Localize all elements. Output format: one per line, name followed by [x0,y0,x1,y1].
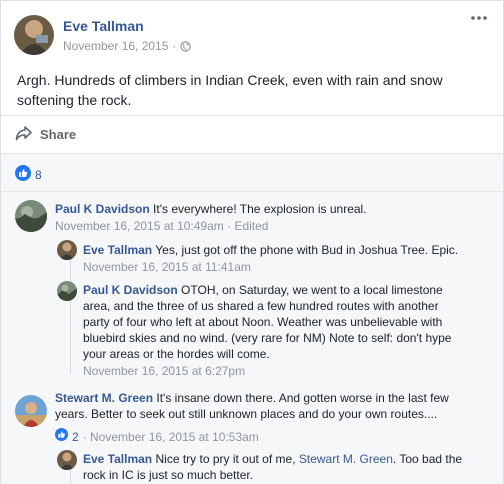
globe-icon[interactable] [180,40,192,52]
like-icon[interactable] [55,428,68,445]
share-button[interactable]: Share [15,125,76,144]
reply-text: Nice try to pry it out of me, [155,452,299,466]
comment-like-count[interactable]: 2 [72,429,79,445]
ellipsis-icon[interactable] [469,13,489,27]
post-text: Argh. Hundreds of climbers in Indian Cre… [17,72,443,108]
comment-text-line: It's insane down there. And gotten worse… [156,391,449,405]
post-card: Eve Tallman November 16, 2015 · Argh. Hu… [0,0,504,484]
action-bar: Share [1,115,503,153]
reply-body: Paul K Davidson OTOH, on Saturday, we we… [83,282,498,362]
reply-text-line: area, and the three of us shared a few h… [83,299,439,313]
reply-text-line: rock in IC is just so much better. [83,468,254,482]
comment-body: Stewart M. Green It's insane down there.… [55,390,495,422]
comment-text-line: years. Better to seek out still unknown … [55,407,438,421]
reply-text-line: your areas or the hordes will come. [83,347,270,361]
reply-avatar[interactable] [57,450,77,470]
reply-text: Yes, just got off the phone with Bud in … [155,243,459,257]
thread-line [70,240,71,374]
comment-meta: November 16, 2015 at 10:49am · Edited [55,219,269,233]
post-meta: November 16, 2015 · [63,39,192,53]
reply-author[interactable]: Eve Tallman [83,243,152,257]
reply-text-line: OTOH, on Saturday, we went to a local li… [181,283,443,297]
commenter-avatar[interactable] [15,200,47,232]
reply-avatar[interactable] [57,240,77,260]
reply-body: Eve Tallman Yes, just got off the phone … [83,242,498,258]
share-icon [15,125,33,144]
comment-author[interactable]: Paul K Davidson [55,202,150,216]
reaction-count: 8 [35,167,42,182]
reply-avatar[interactable] [57,281,77,301]
reply-text-line: bluebird skies and no wind. (very rare f… [83,331,452,345]
mention-link[interactable]: Stewart M. Green [299,452,393,466]
reply-text-line: party of four who left at about Noon. We… [83,315,443,329]
comment-meta: 2 · November 16, 2015 at 10:53am [55,428,259,445]
reactions-bar: 8 [1,153,503,191]
reactions-summary[interactable]: 8 [15,165,42,184]
post-author-name[interactable]: Eve Tallman [63,18,144,34]
share-label: Share [40,127,77,142]
comments-section: Paul K Davidson It's everywhere! The exp… [1,191,503,484]
reply-meta: November 16, 2015 at 11:41am [83,260,251,274]
comment-text: It's everywhere! The explosion is unreal… [153,202,367,216]
comment-timestamp: · November 16, 2015 at 10:53am [82,429,259,444]
reply-meta: November 16, 2015 at 6:27pm [83,364,246,378]
like-icon [15,165,31,184]
author-avatar[interactable] [14,15,54,55]
meta-separator: · [172,39,177,53]
reply-author[interactable]: Paul K Davidson [83,283,178,297]
reply-body: Eve Tallman Nice try to pry it out of me… [83,451,498,483]
post-date[interactable]: November 16, 2015 [63,39,168,53]
comment-author[interactable]: Stewart M. Green [55,391,153,405]
comment-body: Paul K Davidson It's everywhere! The exp… [55,201,495,217]
reply-text: . Too bad the [392,452,463,466]
commenter-avatar[interactable] [15,395,47,427]
reply-author[interactable]: Eve Tallman [83,452,152,466]
